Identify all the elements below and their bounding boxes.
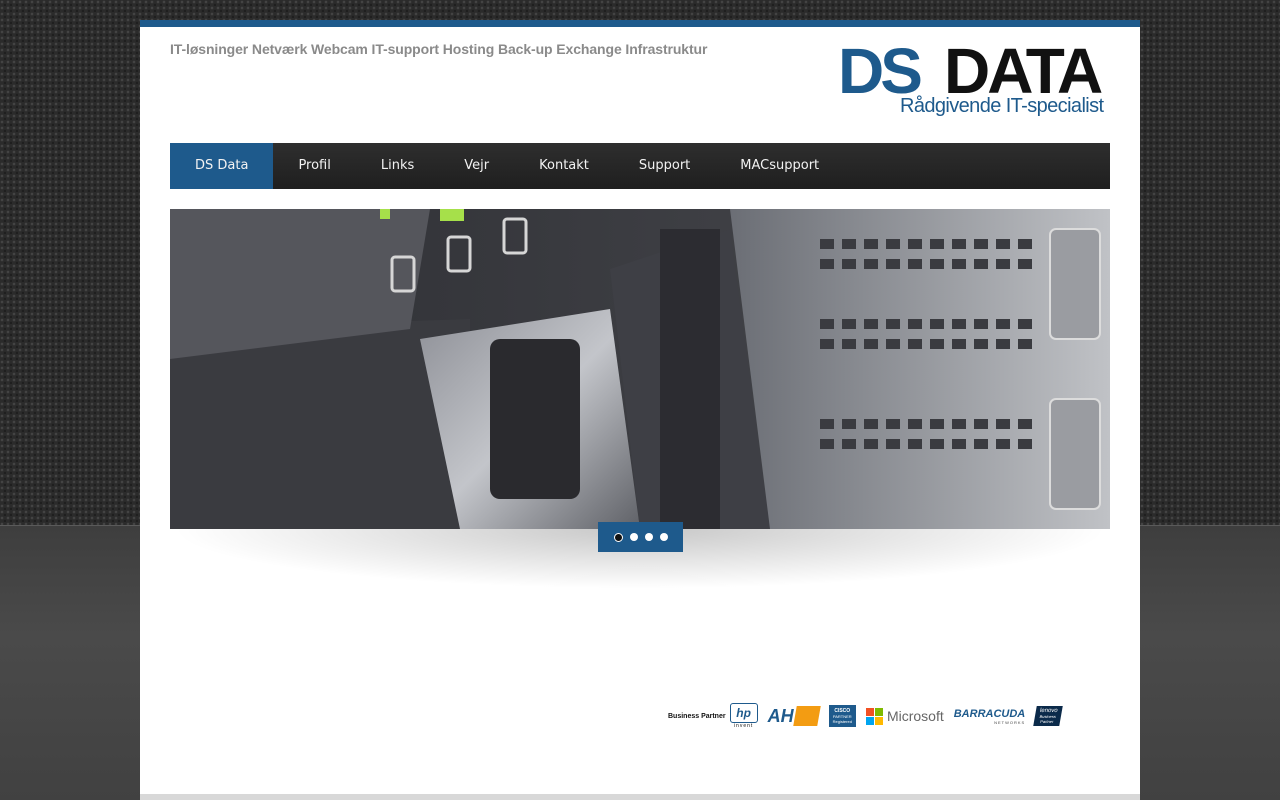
ahm-logo-mark — [792, 706, 821, 726]
hp-partner-logo[interactable]: Business Partner hp invent — [668, 703, 758, 729]
hero-slider-image — [170, 209, 1110, 529]
nav-item-support[interactable]: Support — [614, 143, 715, 189]
microsoft-windows-icon — [865, 707, 883, 725]
nav-item-links[interactable]: Links — [356, 143, 439, 189]
nav-item-profil[interactable]: Profil — [273, 143, 355, 189]
nav-item-ds-data[interactable]: DS Data — [170, 143, 274, 189]
slider-dot-1[interactable] — [613, 532, 623, 542]
slider-pagination — [598, 522, 683, 552]
server-rack-illustration — [170, 209, 1110, 529]
slider-dot-2[interactable] — [629, 533, 638, 541]
nav-item-macsupport[interactable]: MACsupport — [715, 143, 844, 189]
logo-subtitle: Rådgivende IT-specialist — [900, 95, 1104, 117]
page-bottom-edge — [140, 794, 1140, 800]
site-logo[interactable]: DS DATA Rådgivende IT-specialist — [838, 35, 1108, 121]
nav-item-kontakt[interactable]: Kontakt — [514, 143, 614, 189]
barracuda-logo[interactable]: BARRACUDA NETWORKS — [954, 708, 1026, 725]
main-nav: DS Data Profil Links Vejr Kontakt Suppor… — [170, 143, 1110, 189]
page-container: IT-løsninger Netværk Webcam IT-support H… — [140, 20, 1140, 794]
microsoft-logo-text: Microsoft — [886, 708, 944, 724]
lenovo-partner-logo[interactable]: lenovo Business Partner — [1033, 706, 1063, 726]
slider-dot-3[interactable] — [644, 533, 653, 541]
lenovo-partner-text: Partner — [1040, 719, 1055, 724]
microsoft-logo[interactable]: Microsoft — [865, 707, 944, 725]
partner-logos: Business Partner hp invent AH CISCO PART… — [668, 699, 1093, 733]
nav-item-vejr[interactable]: Vejr — [439, 143, 514, 189]
cisco-registered-text: Registered — [832, 719, 852, 724]
cisco-partner-logo[interactable]: CISCO PARTNER Registered — [828, 705, 856, 727]
ahm-logo-text: AH — [767, 705, 794, 726]
barracuda-networks-text: NETWORKS — [994, 719, 1026, 725]
hp-logo-mark: hp — [729, 703, 758, 723]
ahm-logo[interactable]: AH — [767, 705, 821, 727]
hp-invent-text: invent — [733, 723, 754, 729]
hp-business-partner-text: Business Partner — [668, 712, 726, 720]
barracuda-logo-text: BARRACUDA — [953, 707, 1026, 720]
site-tagline: IT-løsninger Netværk Webcam IT-support H… — [170, 41, 708, 57]
slider-dot-4[interactable] — [659, 533, 668, 541]
